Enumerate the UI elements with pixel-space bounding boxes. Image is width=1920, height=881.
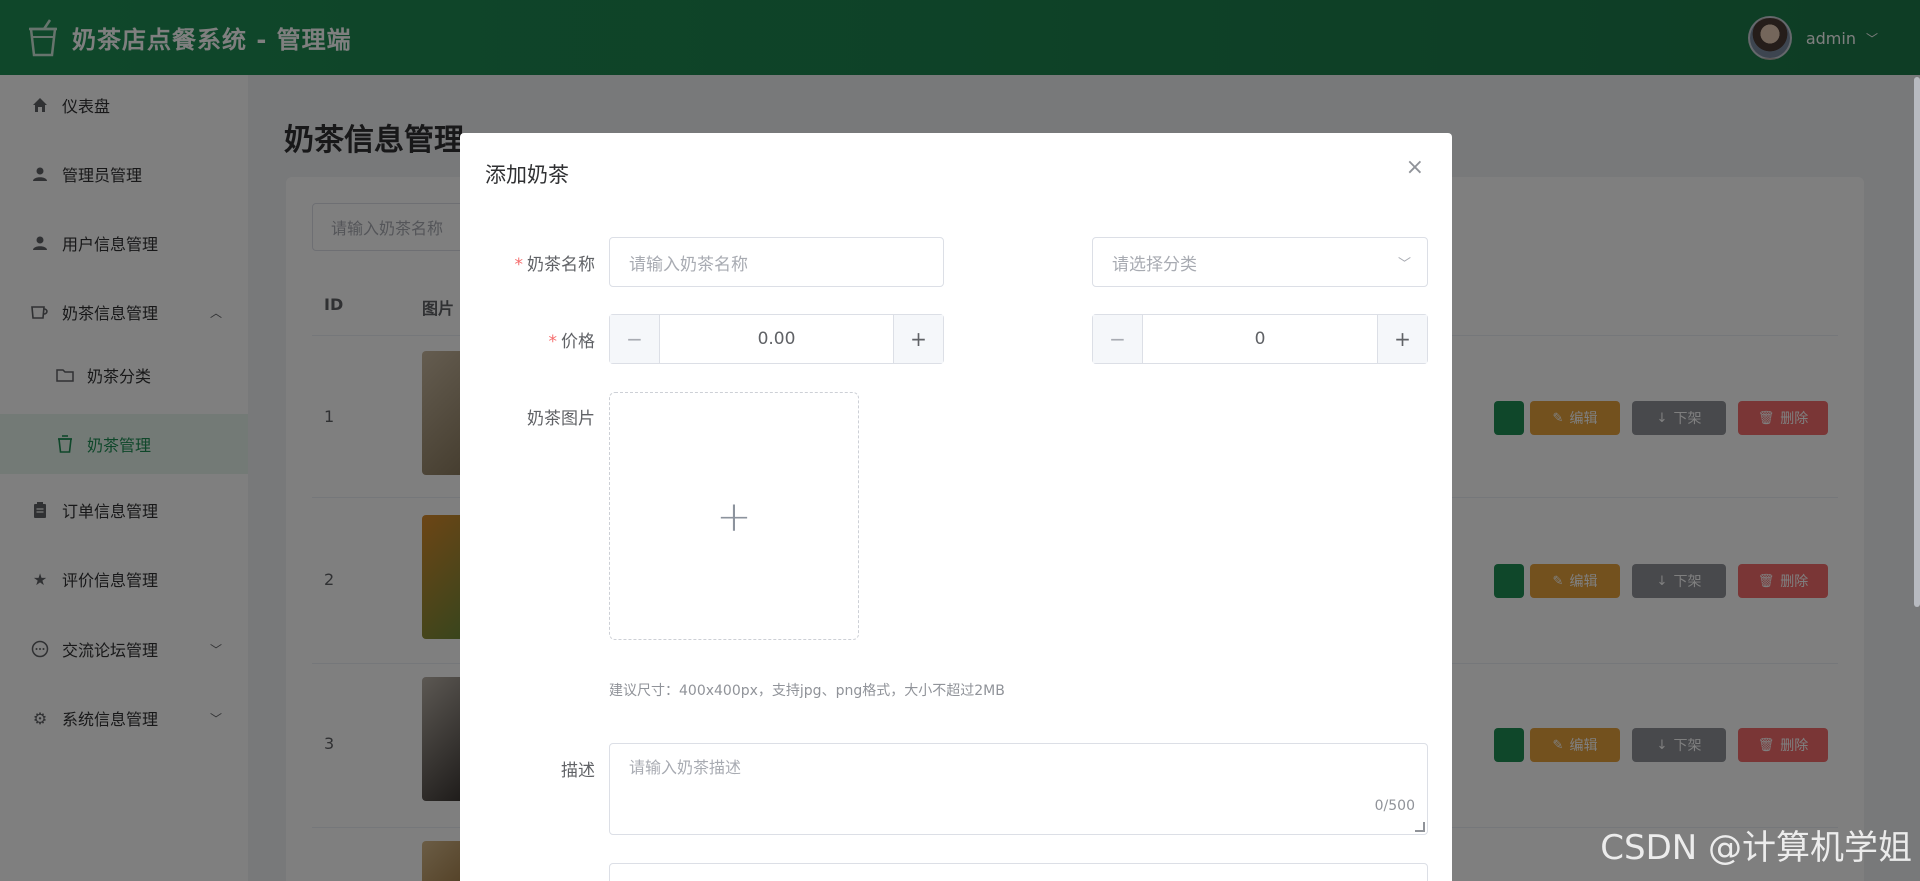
image-uploader[interactable]: + [609,392,859,640]
name-label: * 奶茶名称 [460,250,596,275]
next-form-field[interactable] [609,863,1428,881]
stock-value[interactable]: 0 [1143,315,1377,363]
description-textarea[interactable]: 请输入奶茶描述 0/500 [609,743,1428,835]
plus-icon: + [716,491,752,541]
watermark: CSDN @计算机学姐 [1600,828,1912,868]
price-stepper[interactable]: − 0.00 + [609,314,944,364]
upload-tip: 建议尺寸：400x400px，支持jpg、png格式，大小不超过2MB [609,683,1005,699]
chevron-down-icon: ﹀ [1397,256,1411,272]
category-select[interactable]: 请选择分类 ﹀ [1092,237,1428,287]
image-label: 奶茶图片 [527,409,595,429]
increase-price-button[interactable]: + [893,315,943,363]
price-label: * 价格 [460,327,596,352]
scrollbar[interactable] [1912,75,1920,881]
description-placeholder: 请输入奶茶描述 [629,758,742,777]
category-placeholder: 请选择分类 [1112,254,1197,275]
decrease-price-button[interactable]: − [610,315,660,363]
description-label: 描述 [561,761,595,781]
scrollbar-thumb[interactable] [1914,77,1920,607]
required-mark: * [548,332,558,352]
stock-stepper[interactable]: − 0 + [1092,314,1428,364]
add-tea-dialog: 添加奶茶 × *奶茶名称 请输入奶茶名称 *分类 请选择分类 ﹀ *价格 − 0… [460,133,1452,881]
price-value[interactable]: 0.00 [660,315,893,363]
price-label-text: 价格 [561,332,595,352]
dialog-title: 添加奶茶 [485,163,569,187]
resize-handle[interactable] [1415,822,1425,832]
required-mark: * [514,255,524,275]
close-icon[interactable]: × [1406,155,1424,180]
increase-stock-button[interactable]: + [1377,315,1427,363]
character-counter: 0/500 [1374,798,1415,814]
name-input[interactable]: 请输入奶茶名称 [609,237,944,287]
name-label-text: 奶茶名称 [527,255,595,275]
decrease-stock-button[interactable]: − [1093,315,1143,363]
